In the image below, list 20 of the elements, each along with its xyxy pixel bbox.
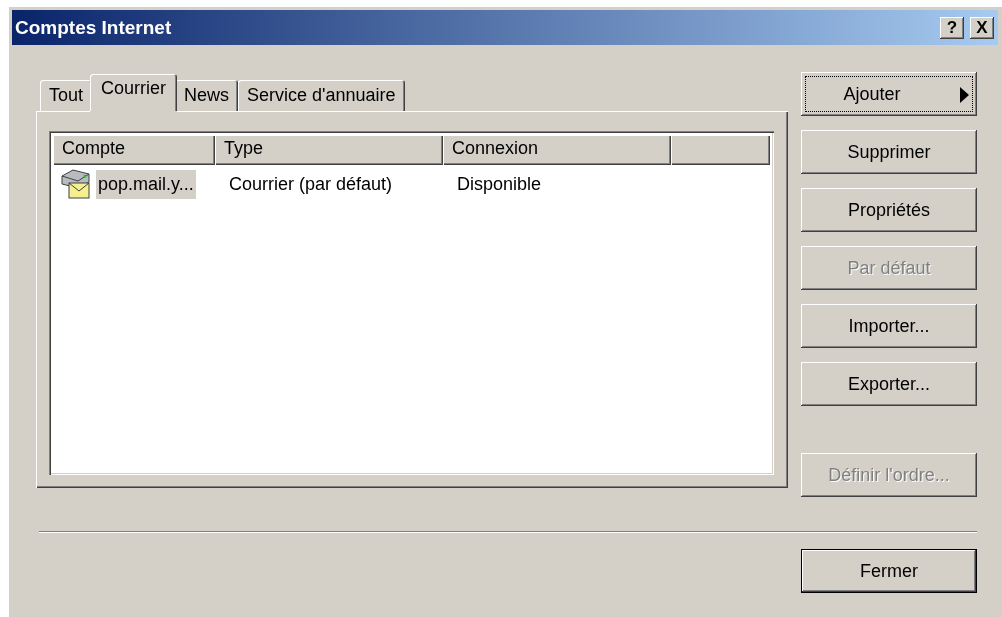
submenu-arrow-icon <box>960 87 969 103</box>
tab[interactable]: Courrier <box>90 74 178 111</box>
column-header[interactable]: Compte <box>53 135 215 165</box>
column-header[interactable]: Connexion <box>443 135 671 165</box>
table-cell-text: Disponible <box>456 173 543 195</box>
dialog-button[interactable]: Ajouter <box>801 72 977 116</box>
help-button[interactable]: ? <box>940 16 964 39</box>
window-title: Comptes Internet <box>15 16 173 39</box>
table-cell[interactable]: pop.mail.y... <box>96 169 196 199</box>
tab[interactable]: News <box>175 80 239 111</box>
dialog-button[interactable]: Exporter... <box>801 362 977 406</box>
table-cell-text: Courrier (par défaut) <box>228 173 394 195</box>
tab[interactable]: Service d'annuaire <box>238 80 405 111</box>
close-dialog-button[interactable]: Fermer <box>801 549 977 593</box>
dialog-button[interactable]: Importer... <box>801 304 977 348</box>
dialog-button[interactable]: Supprimer <box>801 130 977 174</box>
close-button[interactable]: X <box>970 16 994 39</box>
dialog-button[interactable]: Propriétés <box>801 188 977 232</box>
column-header[interactable]: Type <box>215 135 443 165</box>
tab[interactable]: Tout <box>40 80 93 111</box>
